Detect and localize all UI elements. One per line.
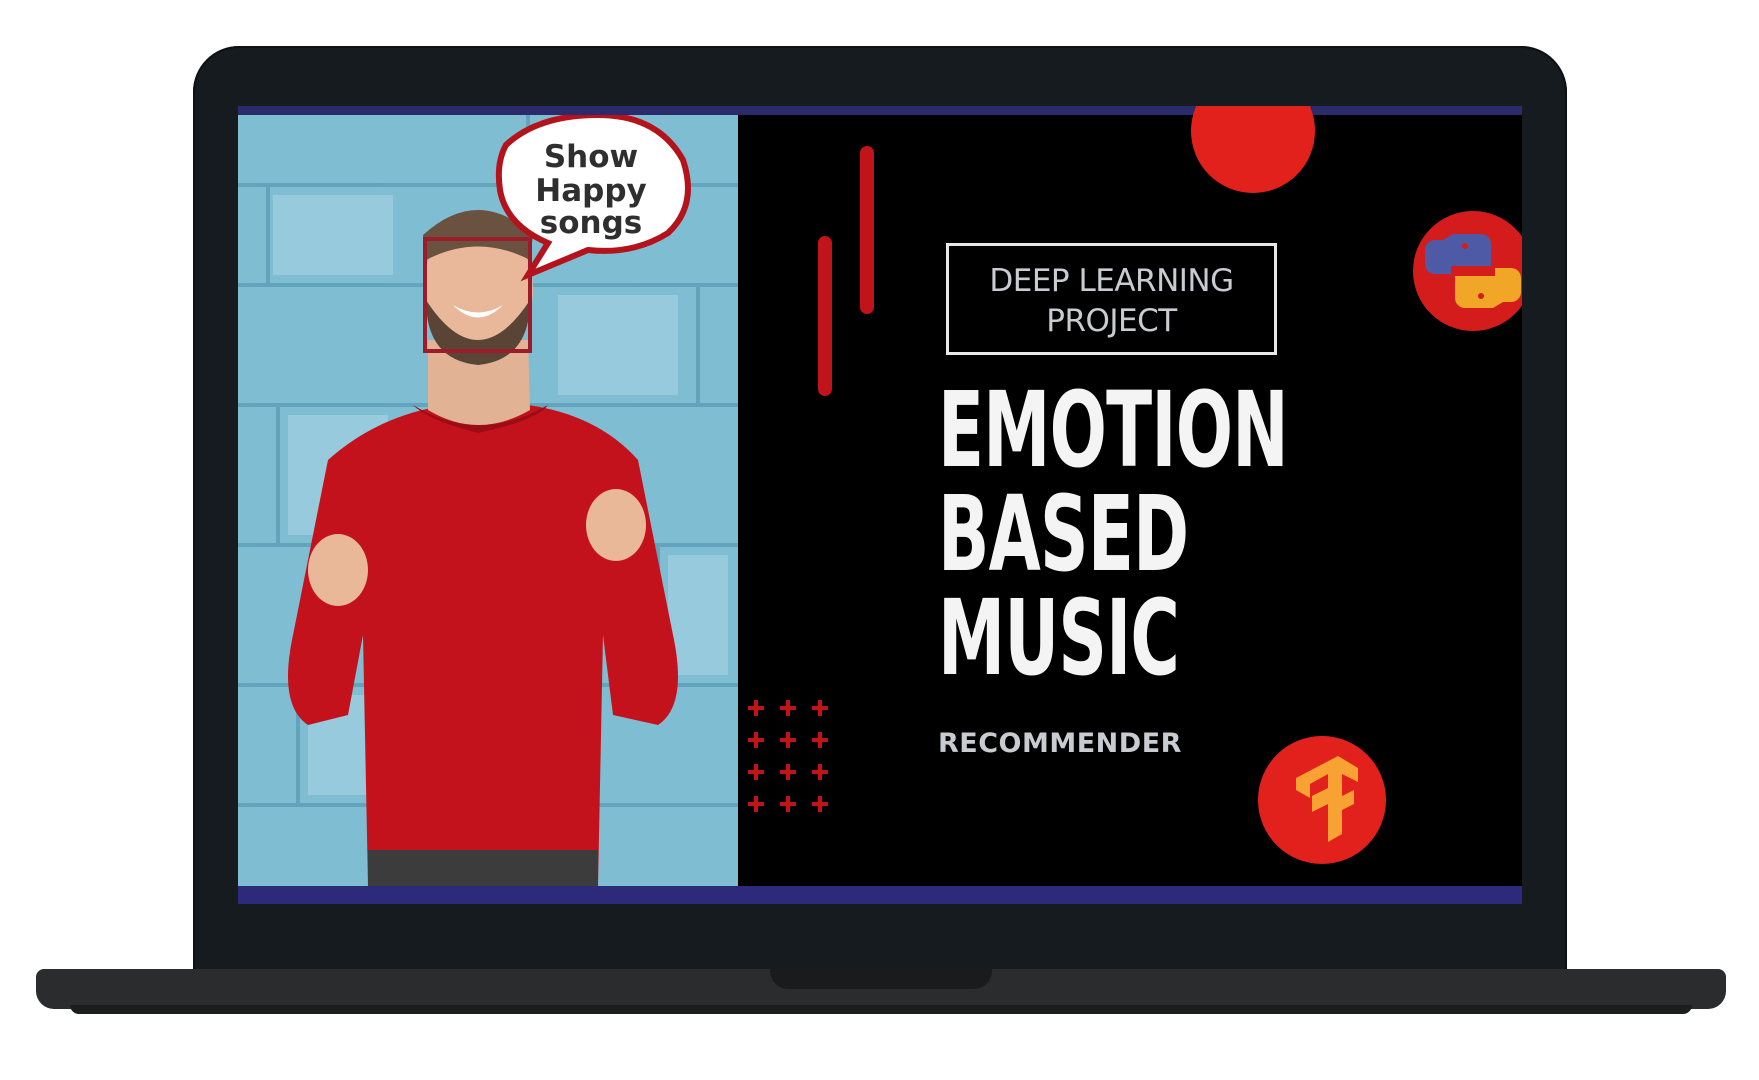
laptop-opening-notch [770,969,992,989]
plus-pattern [748,700,828,812]
laptop-base-edge [70,1005,1692,1014]
speech-line-1: Show [544,139,638,175]
tensorflow-logo-icon [1258,736,1386,864]
title-line-3: MUSIC [938,577,1180,699]
red-bar-tall [860,146,874,314]
happy-man-photo: Show Happy songs [238,115,738,886]
red-circle-top [1191,106,1315,193]
speech-line-2: Happy [535,173,646,209]
screen-bottom-bar [238,886,1522,904]
project-tag-line-2: PROJECT [1046,303,1177,339]
speech-line-3: songs [540,205,642,241]
project-tag-line-1: DEEP LEARNING [989,263,1234,299]
project-tag-box: DEEP LEARNING PROJECT [946,243,1277,355]
red-bar-short [818,236,832,396]
laptop-screen: Show Happy songs DEEP LEARNING PROJECT E… [238,106,1522,904]
subtitle: RECOMMENDER [938,728,1182,759]
title-line-2: BASED [938,473,1189,595]
laptop-mockup: Show Happy songs DEEP LEARNING PROJECT E… [0,0,1759,1080]
main-title: EMOTION BASED MUSIC [938,369,1289,699]
python-logo-icon [1413,211,1522,331]
title-line-1: EMOTION [938,369,1289,491]
